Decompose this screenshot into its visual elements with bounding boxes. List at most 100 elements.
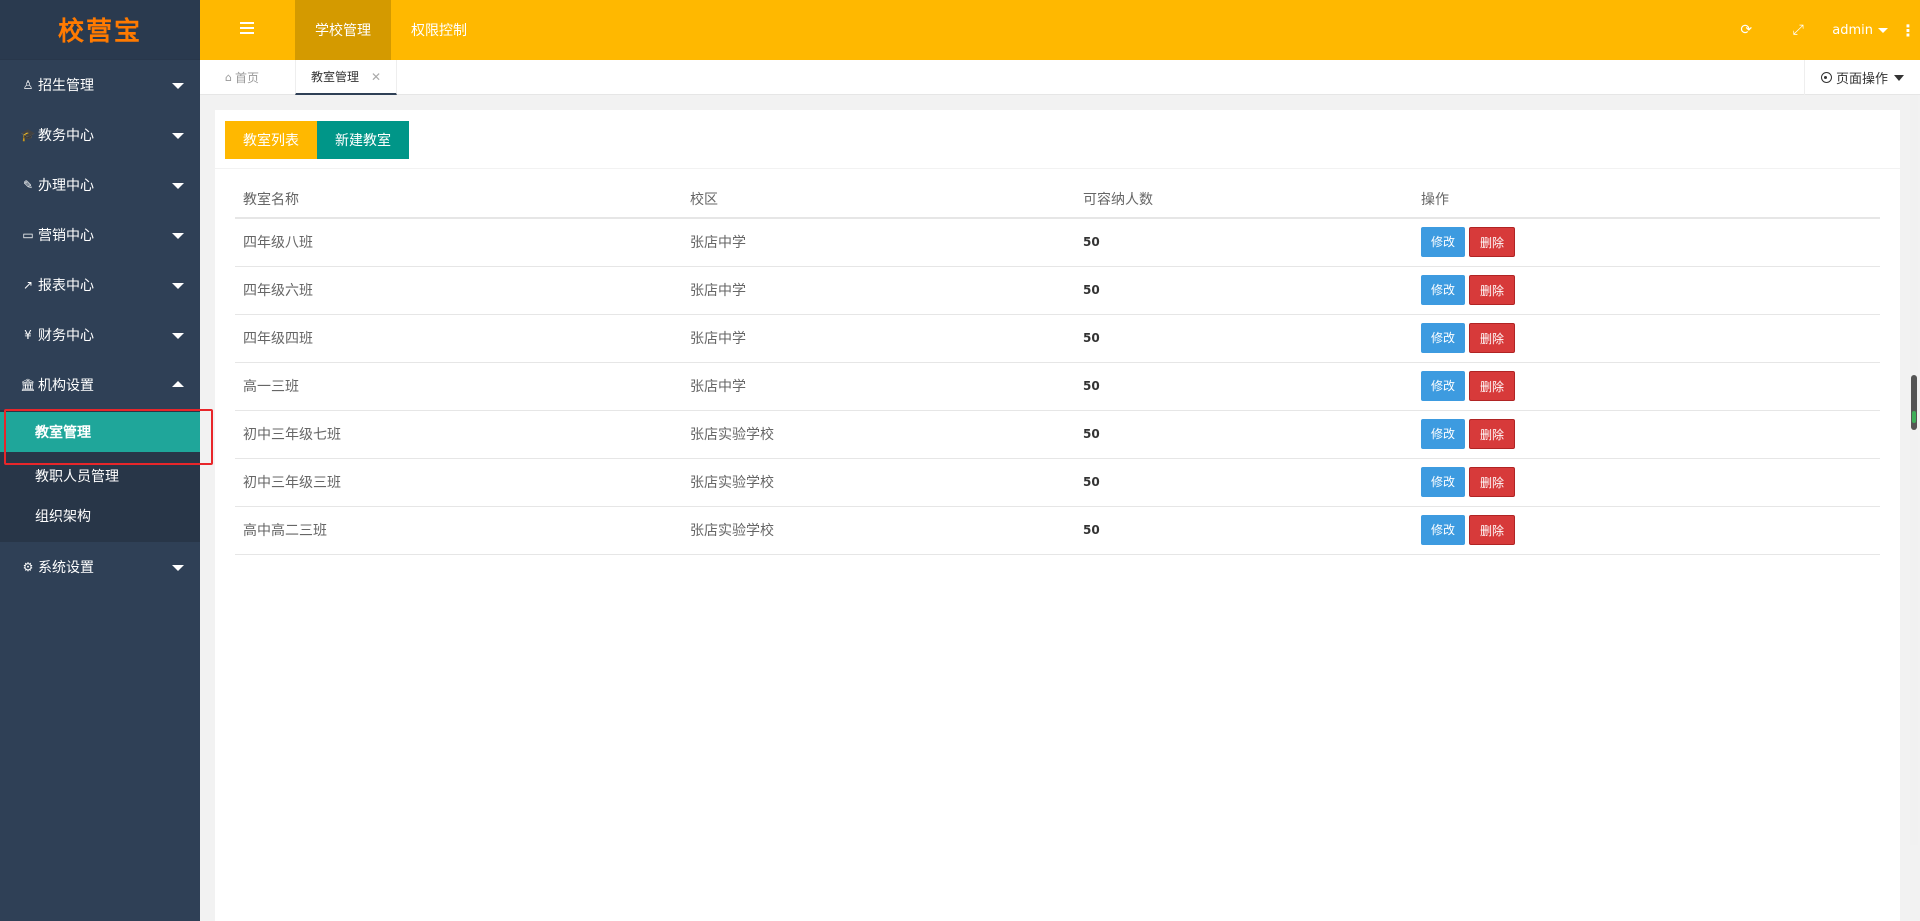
edit-icon: ✎ — [22, 178, 34, 192]
campus-cell: 张店中学 — [682, 314, 1075, 363]
logo-text: 校营宝 — [57, 17, 142, 47]
chevron-down-icon — [172, 565, 184, 571]
sidebar-item-6[interactable]: 🏛 机构设置 — [0, 360, 200, 410]
user-icon: ♙ — [22, 78, 34, 92]
capacity-cell: 50 — [1075, 266, 1413, 315]
top-nav-tab-0[interactable]: 学校管理 — [295, 0, 391, 60]
sidebar-item-5[interactable]: ¥ 财务中心 — [0, 310, 200, 360]
sidebar-item-7[interactable]: ⚙ 系统设置 — [0, 542, 200, 592]
yen-icon: ¥ — [24, 328, 32, 342]
edit-button[interactable]: 修改 — [1421, 467, 1466, 497]
actions-cell: 修改 删除 — [1413, 314, 1880, 363]
edit-button[interactable]: 修改 — [1421, 275, 1466, 305]
classroom-name-cell: 四年级六班 — [235, 266, 682, 315]
sidebar-item-label: 招生管理 — [38, 78, 94, 94]
chevron-down-icon — [172, 233, 184, 239]
delete-button[interactable]: 删除 — [1469, 515, 1516, 545]
edit-button[interactable]: 修改 — [1421, 515, 1466, 545]
submenu: 教室管理 教职人员管理 组织架构 — [0, 410, 200, 542]
column-header: 可容纳人数 — [1075, 180, 1413, 219]
tab-home-label: 首页 — [234, 71, 259, 85]
scrollbar[interactable] — [1910, 95, 1918, 845]
actions-cell: 修改 删除 — [1413, 458, 1880, 507]
classroom-name-cell: 四年级四班 — [235, 314, 682, 363]
delete-button[interactable]: 删除 — [1469, 371, 1516, 401]
edit-button[interactable]: 修改 — [1421, 227, 1466, 258]
top-header: 学校管理 权限控制 ⟳ ⤢ admin ⋮ — [200, 0, 1920, 60]
close-icon[interactable]: ✕ — [371, 70, 381, 84]
sidebar-subitem-2[interactable]: 组织架构 — [0, 496, 200, 536]
classroom-name-cell: 初中三年级三班 — [235, 458, 682, 507]
menu-toggle-icon[interactable] — [240, 22, 254, 36]
capacity-cell: 50 — [1075, 314, 1413, 363]
capacity-cell: 50 — [1075, 410, 1413, 459]
sidebar-item-2[interactable]: ✎ 办理中心 — [0, 160, 200, 210]
delete-button[interactable]: 删除 — [1469, 227, 1516, 258]
chevron-down-icon — [172, 133, 184, 139]
sidebar-subitem-1[interactable]: 教职人员管理 — [0, 456, 200, 496]
column-header: 操作 — [1413, 180, 1880, 219]
actions-cell: 修改 删除 — [1413, 410, 1880, 459]
refresh-icon[interactable]: ⟳ — [1720, 22, 1772, 38]
scrollbar-thumb[interactable] — [1911, 375, 1917, 430]
user-menu[interactable]: admin — [1824, 23, 1896, 38]
actions-cell: 修改 删除 — [1413, 506, 1880, 555]
delete-button[interactable]: 删除 — [1469, 323, 1516, 353]
fullscreen-icon[interactable]: ⤢ — [1772, 22, 1824, 38]
sidebar-item-3[interactable]: ▭ 营销中心 — [0, 210, 200, 260]
top-nav: 学校管理 权限控制 — [295, 0, 487, 60]
sidebar-item-label: 办理中心 — [38, 178, 94, 194]
edit-button[interactable]: 修改 — [1421, 419, 1466, 449]
main-content: 教室列表 新建教室 教室名称 校区 可容纳人数 操作 四年级八班 张店中学 50 修改 删除四… — [215, 110, 1900, 921]
classroom-table: 教室名称 校区 可容纳人数 操作 四年级八班 张店中学 50 修改 删除 四年级六班 张店中学 50… — [235, 180, 1880, 555]
capacity-cell: 50 — [1075, 506, 1413, 555]
logo[interactable]: 校营宝 — [0, 0, 200, 60]
page-operations-dropdown[interactable]: 页面操作 — [1803, 60, 1920, 95]
edit-button[interactable]: 修改 — [1421, 371, 1466, 401]
classroom-list-button[interactable]: 教室列表 — [225, 121, 317, 159]
campus-cell: 张店中学 — [682, 218, 1075, 267]
column-header: 校区 — [682, 180, 1075, 219]
line-chart-icon: ↗ — [22, 278, 34, 292]
chevron-up-icon — [172, 381, 184, 387]
tab-classroom-management[interactable]: 教室管理 ✕ — [295, 60, 398, 95]
sidebar-item-label: 营销中心 — [38, 228, 94, 244]
tab-home[interactable]: ⌂ 首页 — [210, 60, 274, 95]
classroom-name-cell: 初中三年级七班 — [235, 410, 682, 459]
institution-icon: 🏛 — [20, 378, 36, 392]
sidebar-item-1[interactable]: 🎓 教务中心 — [0, 110, 200, 160]
table-row: 四年级四班 张店中学 50 修改 删除 — [235, 314, 1880, 363]
top-nav-tab-1[interactable]: 权限控制 — [391, 0, 487, 60]
sidebar-item-label: 报表中心 — [38, 278, 94, 294]
sidebar-item-label: 机构设置 — [38, 378, 94, 394]
more-vertical-icon[interactable]: ⋮ — [1896, 21, 1920, 40]
table-row: 高一三班 张店中学 50 修改 删除 — [235, 362, 1880, 411]
new-classroom-button[interactable]: 新建教室 — [317, 121, 409, 159]
table-row: 四年级八班 张店中学 50 修改 删除 — [235, 218, 1880, 267]
campus-cell: 张店实验学校 — [682, 410, 1075, 459]
tab-bar: ⌂ 首页 教室管理 ✕ 页面操作 — [200, 60, 1920, 95]
delete-button[interactable]: 删除 — [1469, 275, 1516, 305]
edit-button[interactable]: 修改 — [1421, 323, 1466, 353]
campus-cell: 张店实验学校 — [682, 506, 1075, 555]
delete-button[interactable]: 删除 — [1469, 419, 1516, 449]
sidebar-item-0[interactable]: ♙ 招生管理 — [0, 60, 200, 110]
chevron-down-icon — [172, 333, 184, 339]
sidebar: 校营宝 ♙ 招生管理 🎓 教务中心 ✎ 办理中心 ▭ 营销中心 ↗ 报表中心 ¥ 财务中心 🏛 机构设置教… — [0, 0, 200, 921]
campus-cell: 张店实验学校 — [682, 458, 1075, 507]
column-header: 教室名称 — [235, 180, 682, 219]
cogs-icon: ⚙ — [22, 560, 34, 574]
capacity-cell: 50 — [1075, 458, 1413, 507]
chevron-down-icon — [1894, 74, 1904, 81]
tab-current-label: 教室管理 — [311, 70, 360, 84]
sidebar-item-4[interactable]: ↗ 报表中心 — [0, 260, 200, 310]
home-icon: ⌂ — [225, 71, 232, 84]
actions-cell: 修改 删除 — [1413, 362, 1880, 411]
sidebar-item-label: 财务中心 — [38, 328, 94, 344]
campus-cell: 张店中学 — [682, 362, 1075, 411]
sidebar-item-label: 教务中心 — [38, 128, 94, 144]
delete-button[interactable]: 删除 — [1469, 467, 1516, 497]
sidebar-subitem-0[interactable]: 教室管理 — [0, 412, 200, 452]
table-row: 初中三年级七班 张店实验学校 50 修改 删除 — [235, 410, 1880, 459]
table-row: 四年级六班 张店中学 50 修改 删除 — [235, 266, 1880, 315]
